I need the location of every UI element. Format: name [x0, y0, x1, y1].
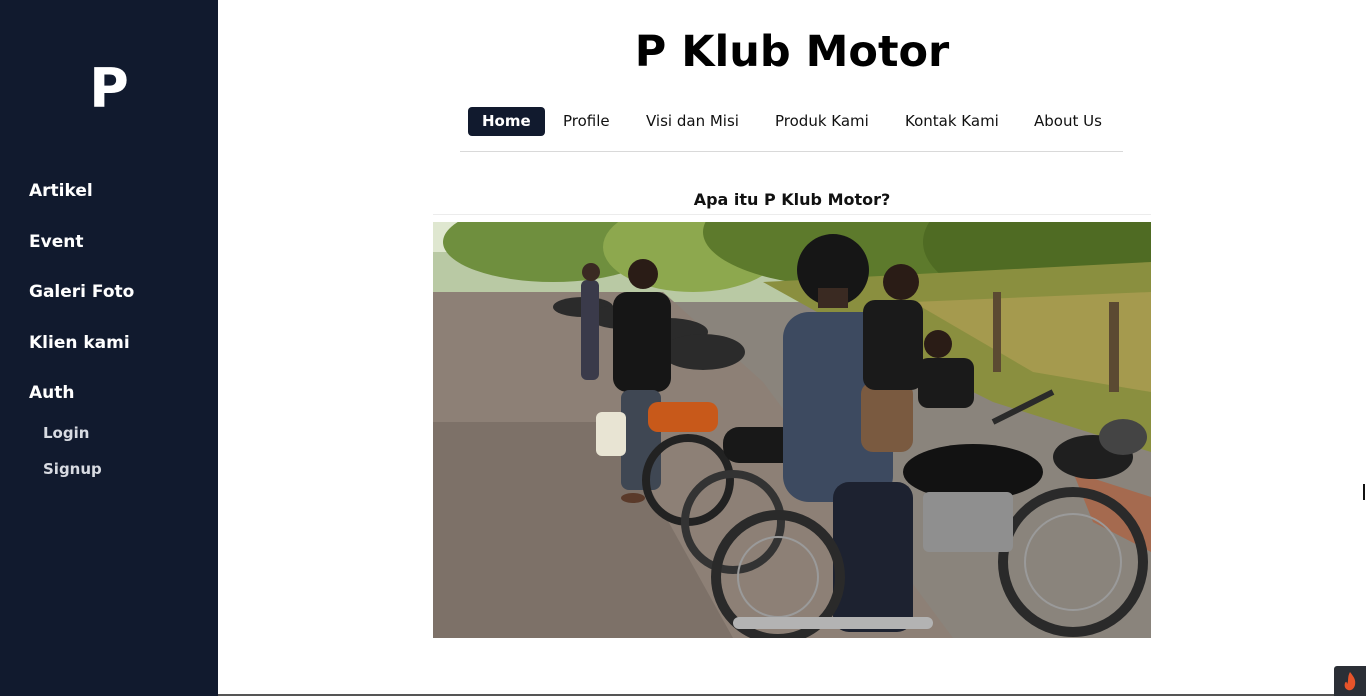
- tab-produk-kami[interactable]: Produk Kami: [775, 107, 869, 136]
- tab-about-us[interactable]: About Us: [1034, 107, 1102, 136]
- sidebar: P Artikel Event Galeri Foto Klien kami A…: [0, 0, 218, 696]
- text-cursor: [1363, 484, 1365, 500]
- sidebar-item-galeri-foto[interactable]: Galeri Foto: [29, 279, 134, 330]
- flame-icon: [1344, 672, 1356, 691]
- photo-illustration: [433, 222, 1151, 638]
- tab-kontak-kami[interactable]: Kontak Kami: [905, 107, 999, 136]
- sidebar-item-signup[interactable]: Signup: [43, 455, 134, 491]
- top-nav: Home Profile Visi dan Misi Produk Kami K…: [460, 107, 1123, 152]
- main-content: P Klub Motor Home Profile Visi dan Misi …: [218, 0, 1366, 696]
- sidebar-item-klien-kami[interactable]: Klien kami: [29, 330, 134, 381]
- sidebar-auth-submenu: Login Signup: [29, 419, 134, 491]
- tab-home[interactable]: Home: [468, 107, 545, 136]
- page-title: P Klub Motor: [634, 27, 950, 77]
- section-title: Apa itu P Klub Motor?: [693, 190, 891, 209]
- motorcycle-club-photo: [433, 222, 1151, 638]
- sidebar-logo[interactable]: P: [0, 58, 218, 120]
- sidebar-nav: Artikel Event Galeri Foto Klien kami Aut…: [29, 178, 134, 491]
- sidebar-item-event[interactable]: Event: [29, 229, 134, 280]
- corner-widget[interactable]: [1334, 666, 1366, 696]
- tab-profile[interactable]: Profile: [563, 107, 610, 136]
- section-divider: [433, 214, 1151, 215]
- sidebar-item-artikel[interactable]: Artikel: [29, 178, 134, 229]
- tab-visi-dan-misi[interactable]: Visi dan Misi: [646, 107, 739, 136]
- sidebar-item-login[interactable]: Login: [43, 419, 134, 455]
